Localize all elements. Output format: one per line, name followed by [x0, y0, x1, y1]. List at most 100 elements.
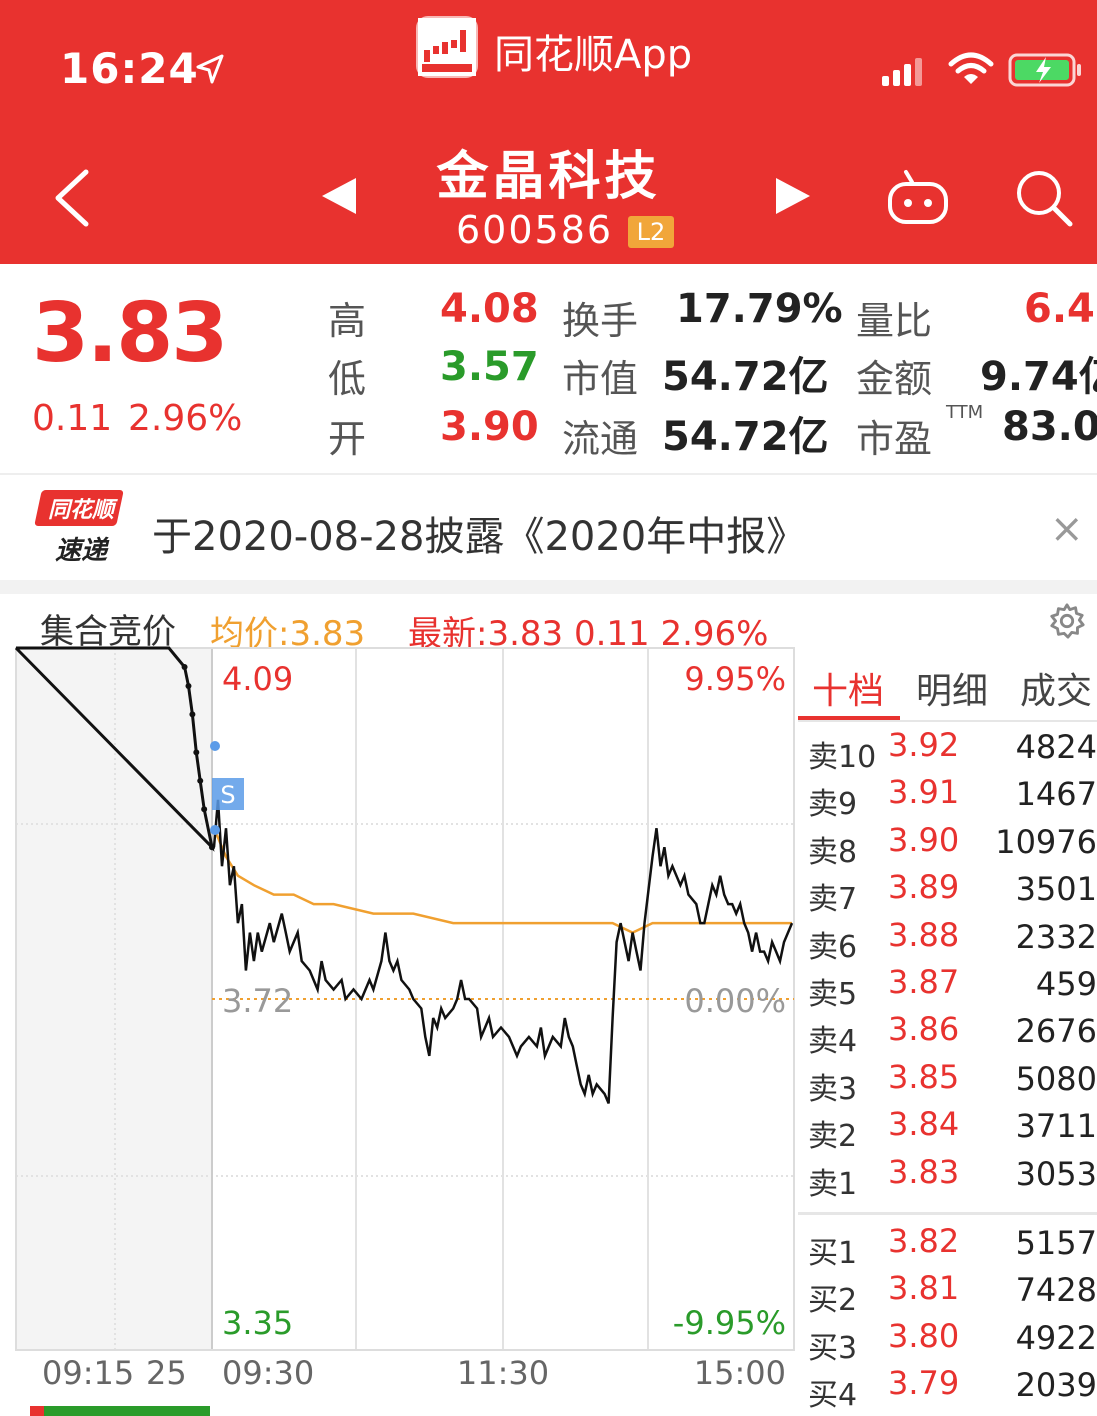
app-logo-icon: [416, 16, 478, 78]
x-tick-25: 25: [146, 1354, 187, 1392]
high-label: 高: [328, 299, 367, 343]
tab-detail[interactable]: 明细: [916, 662, 988, 714]
sell-level-label: 卖1: [808, 1166, 858, 1202]
sell-level-volume: 1467: [1015, 775, 1097, 814]
buy-level-price: 3.79: [888, 1364, 960, 1403]
sell-level-volume: 3711: [1015, 1107, 1097, 1146]
open-label: 开: [328, 417, 367, 461]
volume-bar-strip: [30, 1406, 210, 1416]
level-badge: L2: [628, 216, 674, 248]
buy-level-row[interactable]: 买2 3.81 7428: [808, 1265, 1097, 1318]
news-text[interactable]: 于2020-08-28披露《2020年中报》: [152, 504, 806, 562]
sell-level-row[interactable]: 卖5 3.87 459: [808, 959, 1097, 1012]
sell-level-volume: 10976: [995, 822, 1097, 861]
current-price: 3.83: [32, 286, 228, 381]
orderbook-divider: [798, 1212, 1097, 1215]
y-left-tick-top: 4.09: [222, 660, 293, 698]
blue-dot: [210, 825, 220, 835]
buy-level-volume: 5157: [1015, 1224, 1097, 1262]
cellular-signal-icon: [882, 58, 922, 86]
auction-dot: [201, 806, 208, 813]
sell-level-volume: 3501: [1015, 870, 1097, 909]
mktcap-label: 市值: [562, 357, 639, 401]
sell-level-row[interactable]: 卖3 3.85 5080: [808, 1054, 1097, 1107]
divider: [0, 473, 1097, 475]
sell-level-volume: 5080: [1015, 1059, 1097, 1098]
sell-level-row[interactable]: 卖9 3.91 1467: [808, 769, 1097, 822]
x-tick-1130: 11:30: [457, 1354, 549, 1392]
pe-label: 市盈: [856, 417, 933, 461]
turnover-value: 17.79%: [676, 286, 843, 332]
blue-dot: [210, 741, 220, 751]
pe-ttm-sup: TTM: [946, 402, 984, 423]
sell-level-volume: 2676: [1015, 1012, 1097, 1051]
sell-level-row[interactable]: 卖4 3.86 2676: [808, 1006, 1097, 1059]
tab-trades[interactable]: 成交: [1020, 662, 1097, 714]
location-arrow-icon: [196, 54, 224, 84]
volratio-value: 6.43: [1024, 286, 1097, 332]
auction-dot: [185, 682, 192, 689]
sell-level-row[interactable]: 卖8 3.90 10976: [808, 817, 1097, 870]
sell-level-volume: 4824: [1015, 728, 1097, 766]
sell-level-volume: 2332: [1015, 917, 1097, 956]
status-time: 16:24: [60, 44, 199, 93]
sell-level-price: 3.85: [888, 1057, 960, 1096]
news-badge-top: 同花顺: [47, 498, 114, 523]
news-close-button[interactable]: ×: [1050, 506, 1084, 552]
sell-level-price: 3.92: [888, 726, 960, 764]
tab-ten-levels[interactable]: 十档: [812, 662, 884, 714]
gear-icon[interactable]: [1048, 602, 1086, 640]
open-value: 3.90: [440, 404, 539, 450]
buy-level-volume: 7428: [1015, 1271, 1097, 1310]
y-left-tick-bottom: 3.35: [222, 1304, 293, 1342]
news-badge-bottom: 速递: [54, 536, 107, 566]
news-badge: 同花顺 速递: [34, 490, 124, 566]
amount-value: 9.74亿: [980, 354, 1097, 400]
buy-level-row[interactable]: 买4 3.79 2039: [808, 1360, 1097, 1413]
x-tick-0915: 09:15: [42, 1354, 134, 1392]
sell-level-price: 3.84: [888, 1105, 960, 1144]
stock-code: 600586: [456, 208, 614, 252]
buy-level-row[interactable]: 买1 3.82 5157: [808, 1218, 1097, 1271]
sell-level-row[interactable]: 卖7 3.89 3501: [808, 864, 1097, 917]
robot-assistant-icon[interactable]: [886, 168, 950, 226]
sell-level-row[interactable]: 卖2 3.84 3711: [808, 1101, 1097, 1154]
next-stock-icon[interactable]: [774, 176, 812, 216]
float-value: 54.72亿: [662, 414, 829, 460]
price-change-pct: 2.96%: [128, 398, 243, 439]
sell-level-row[interactable]: 卖10 3.92 4824: [808, 722, 1097, 775]
x-tick-1500: 15:00: [694, 1354, 786, 1392]
buy-level-label: 买4: [808, 1378, 858, 1414]
auction-dot: [181, 663, 188, 670]
buy-level-price: 3.80: [888, 1316, 960, 1355]
search-icon[interactable]: [1014, 168, 1074, 228]
section-gap: [0, 580, 1097, 594]
buy-level-price: 3.82: [888, 1222, 960, 1260]
buy-level-volume: 4922: [1015, 1318, 1097, 1357]
sell-level-price: 3.86: [888, 1010, 960, 1049]
turnover-label: 换手: [562, 299, 639, 343]
amount-label: 金额: [856, 357, 933, 401]
low-value: 3.57: [440, 344, 539, 390]
y-right-tick-top: 9.95%: [684, 660, 786, 698]
signal-marker-label: S: [220, 781, 235, 809]
intraday-chart[interactable]: S 4.09 3.72 3.35 9.95% 0.00% -9.95% 09:1…: [0, 646, 800, 1416]
sell-level-price: 3.89: [888, 868, 960, 907]
wifi-icon: [948, 52, 994, 84]
sell-level-price: 3.90: [888, 820, 960, 859]
sell-level-row[interactable]: 卖6 3.88 2332: [808, 912, 1097, 965]
sell-level-price: 3.91: [888, 773, 960, 812]
y-right-tick-bottom: -9.95%: [673, 1304, 786, 1342]
y-right-tick-mid: 0.00%: [684, 982, 786, 1020]
sell-level-row[interactable]: 卖1 3.83 3053: [808, 1149, 1097, 1202]
sell-level-volume: 3053: [1015, 1154, 1097, 1193]
sell-level-price: 3.88: [888, 915, 960, 954]
signal-marker[interactable]: S: [212, 778, 244, 810]
low-label: 低: [328, 357, 367, 401]
buy-level-row[interactable]: 买3 3.80 4922: [808, 1313, 1097, 1366]
float-label: 流通: [562, 417, 639, 461]
x-tick-0930: 09:30: [222, 1354, 314, 1392]
high-value: 4.08: [440, 286, 539, 332]
pe-value: 83.02: [1002, 404, 1097, 450]
auction-dot: [189, 711, 196, 718]
